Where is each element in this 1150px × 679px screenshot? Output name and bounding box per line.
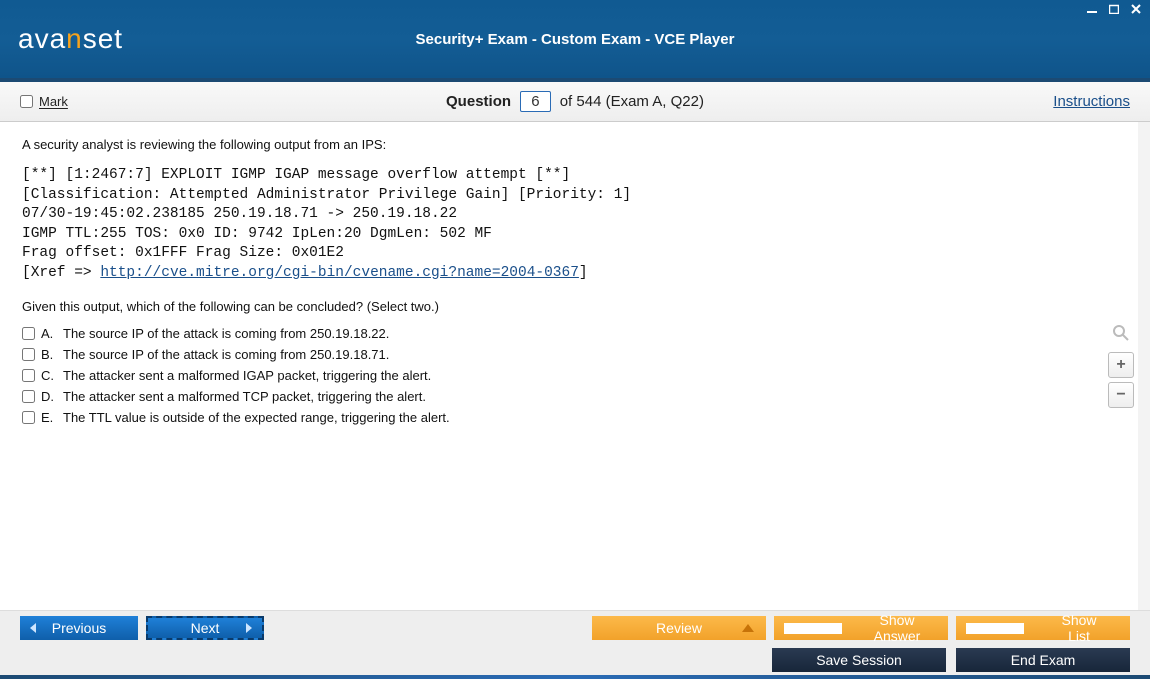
mark-label: Mark bbox=[39, 94, 68, 109]
window-controls bbox=[1084, 2, 1144, 16]
question-content: A security analyst is reviewing the foll… bbox=[0, 122, 1150, 610]
option-d-checkbox[interactable] bbox=[22, 390, 35, 403]
show-answer-checkbox[interactable] bbox=[784, 623, 842, 634]
end-exam-button[interactable]: End Exam bbox=[956, 648, 1130, 672]
question-toolbar: Mark Question 6 of 544 (Exam A, Q22) Ins… bbox=[0, 82, 1150, 122]
close-icon[interactable] bbox=[1128, 2, 1144, 16]
save-session-button[interactable]: Save Session bbox=[772, 648, 946, 672]
option-b-checkbox[interactable] bbox=[22, 348, 35, 361]
previous-button[interactable]: Previous bbox=[20, 616, 138, 640]
option-a-checkbox[interactable] bbox=[22, 327, 35, 340]
chevron-right-icon bbox=[246, 623, 252, 633]
question-indicator: Question 6 of 544 (Exam A, Q22) bbox=[0, 91, 1150, 112]
question-subprompt: Given this output, which of the followin… bbox=[22, 299, 1116, 314]
show-answer-button[interactable]: Show Answer bbox=[774, 616, 948, 640]
option-e-checkbox[interactable] bbox=[22, 411, 35, 424]
mark-checkbox[interactable] bbox=[20, 95, 33, 108]
show-list-checkbox[interactable] bbox=[966, 623, 1024, 634]
window-title: Security+ Exam - Custom Exam - VCE Playe… bbox=[0, 31, 1150, 48]
minimize-icon[interactable] bbox=[1084, 2, 1100, 16]
show-list-button[interactable]: Show List bbox=[956, 616, 1130, 640]
footer-accent bbox=[0, 675, 1150, 679]
xref-link[interactable]: http://cve.mitre.org/cgi-bin/cvename.cgi… bbox=[100, 265, 579, 281]
question-prompt: A security analyst is reviewing the foll… bbox=[22, 137, 1116, 152]
question-number-input[interactable]: 6 bbox=[520, 91, 550, 112]
option-d[interactable]: D.The attacker sent a malformed TCP pack… bbox=[22, 389, 1116, 404]
bottom-bar: Save Session End Exam bbox=[0, 645, 1150, 675]
zoom-controls: + − bbox=[1108, 324, 1134, 408]
maximize-icon[interactable] bbox=[1106, 2, 1122, 16]
ips-output: [**] [1:2467:7] EXPLOIT IGMP IGAP messag… bbox=[22, 166, 1116, 283]
review-button[interactable]: Review bbox=[592, 616, 766, 640]
mark-checkbox-wrap[interactable]: Mark bbox=[20, 94, 68, 109]
chevron-left-icon bbox=[30, 623, 36, 633]
zoom-in-button[interactable]: + bbox=[1108, 352, 1134, 378]
option-c-checkbox[interactable] bbox=[22, 369, 35, 382]
triangle-up-icon bbox=[742, 624, 754, 632]
option-a[interactable]: A.The source IP of the attack is coming … bbox=[22, 326, 1116, 341]
nav-bar: Previous Next Review Show Answer Show Li… bbox=[0, 610, 1150, 645]
title-bar: avanset Security+ Exam - Custom Exam - V… bbox=[0, 0, 1150, 82]
zoom-out-button[interactable]: − bbox=[1108, 382, 1134, 408]
magnifier-icon[interactable] bbox=[1108, 324, 1134, 342]
app-logo: avanset bbox=[18, 23, 123, 55]
instructions-link[interactable]: Instructions bbox=[1053, 93, 1130, 110]
option-e[interactable]: E.The TTL value is outside of the expect… bbox=[22, 410, 1116, 425]
option-b[interactable]: B.The source IP of the attack is coming … bbox=[22, 347, 1116, 362]
next-button[interactable]: Next bbox=[146, 616, 264, 640]
answer-options: A.The source IP of the attack is coming … bbox=[22, 326, 1116, 425]
option-c[interactable]: C.The attacker sent a malformed IGAP pac… bbox=[22, 368, 1116, 383]
